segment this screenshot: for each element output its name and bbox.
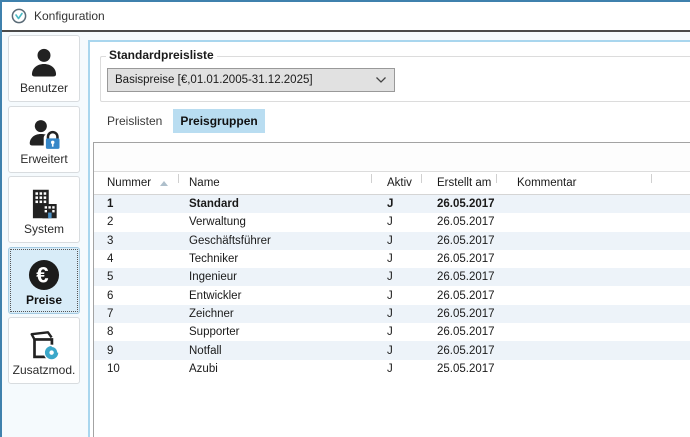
table-row[interactable]: 9 Notfall J 26.05.2017 bbox=[94, 341, 690, 359]
cell-erstellt-am: 25.05.2017 bbox=[422, 363, 497, 375]
tab-preislisten[interactable]: Preislisten bbox=[100, 109, 169, 133]
sidebar-item-label: Zusatzmod. bbox=[13, 364, 76, 377]
table-row[interactable]: 8 Supporter J 26.05.2017 bbox=[94, 323, 690, 341]
column-header-kommentar[interactable]: Kommentar bbox=[497, 172, 652, 194]
tab-preisgruppen[interactable]: Preisgruppen bbox=[173, 109, 264, 133]
cell-nummer: 5 bbox=[94, 271, 179, 283]
cell-nummer: 9 bbox=[94, 345, 179, 357]
table-row[interactable]: 3 Geschäftsführer J 26.05.2017 bbox=[94, 232, 690, 250]
price-list-dropdown[interactable]: Basispreise [€,01.01.2005-31.12.2025] bbox=[107, 68, 395, 92]
svg-text:€: € bbox=[36, 263, 48, 288]
cell-erstellt-am: 26.05.2017 bbox=[422, 290, 497, 302]
sidebar-item-benutzer[interactable]: Benutzer bbox=[8, 35, 80, 102]
sidebar-item-label: Erweitert bbox=[20, 153, 67, 166]
cell-name: Ingenieur bbox=[179, 271, 372, 283]
groupbox-label: Standardpreisliste bbox=[106, 48, 217, 62]
table-row[interactable]: 4 Techniker J 26.05.2017 bbox=[94, 250, 690, 268]
cell-aktiv: J bbox=[372, 326, 422, 338]
configuration-window: Konfiguration Benutzer bbox=[0, 0, 690, 437]
euro-coin-icon: € bbox=[9, 256, 79, 294]
table-row[interactable]: 6 Entwickler J 26.05.2017 bbox=[94, 286, 690, 304]
column-header-erstellt-am[interactable]: Erstellt am bbox=[422, 172, 497, 194]
addon-box-disc-icon bbox=[9, 326, 79, 364]
column-header-name[interactable]: Name bbox=[179, 172, 372, 194]
cell-nummer: 1 bbox=[94, 198, 179, 210]
sort-ascending-icon bbox=[160, 181, 168, 186]
sidebar-item-label: Benutzer bbox=[20, 82, 68, 95]
cell-name: Standard bbox=[179, 198, 372, 210]
column-header-aktiv[interactable]: Aktiv bbox=[372, 172, 422, 194]
main-panel: Standardpreisliste Basispreise [€,01.01.… bbox=[88, 40, 690, 437]
cell-erstellt-am: 26.05.2017 bbox=[422, 326, 497, 338]
cell-name: Geschäftsführer bbox=[179, 235, 372, 247]
cell-aktiv: J bbox=[372, 235, 422, 247]
user-lock-icon bbox=[9, 115, 79, 153]
cell-name: Azubi bbox=[179, 363, 372, 375]
sidebar-item-label: Preise bbox=[26, 294, 62, 307]
sidebar-item-preise[interactable]: € Preise bbox=[8, 247, 80, 314]
price-groups-table: Nummer Name Aktiv Erstellt am Kommentar bbox=[93, 142, 690, 437]
cell-aktiv: J bbox=[372, 271, 422, 283]
grid-group-panel bbox=[94, 143, 690, 172]
sidebar-item-label: System bbox=[24, 223, 64, 236]
column-header-nummer[interactable]: Nummer bbox=[94, 172, 179, 194]
sidebar-item-system[interactable]: System bbox=[8, 176, 80, 243]
window-title: Konfiguration bbox=[34, 9, 105, 23]
cell-nummer: 2 bbox=[94, 216, 179, 228]
cell-name: Entwickler bbox=[179, 290, 372, 302]
cell-erstellt-am: 26.05.2017 bbox=[422, 253, 497, 265]
cell-nummer: 10 bbox=[94, 363, 179, 375]
cell-aktiv: J bbox=[372, 216, 422, 228]
cell-aktiv: J bbox=[372, 253, 422, 265]
cell-name: Zeichner bbox=[179, 308, 372, 320]
sidebar-item-zusatzmod[interactable]: Zusatzmod. bbox=[8, 317, 80, 384]
titlebar: Konfiguration bbox=[2, 2, 690, 32]
building-icon bbox=[9, 185, 79, 223]
table-header-row: Nummer Name Aktiv Erstellt am Kommentar bbox=[94, 172, 690, 195]
cell-erstellt-am: 26.05.2017 bbox=[422, 271, 497, 283]
cell-nummer: 6 bbox=[94, 290, 179, 302]
cell-nummer: 8 bbox=[94, 326, 179, 338]
user-icon bbox=[9, 44, 79, 82]
table-body: 1 Standard J 26.05.2017 2 Verwaltung J 2… bbox=[94, 195, 690, 378]
cell-erstellt-am: 26.05.2017 bbox=[422, 308, 497, 320]
cell-aktiv: J bbox=[372, 363, 422, 375]
cell-aktiv: J bbox=[372, 345, 422, 357]
cell-erstellt-am: 26.05.2017 bbox=[422, 198, 497, 210]
cell-name: Verwaltung bbox=[179, 216, 372, 228]
cell-name: Techniker bbox=[179, 253, 372, 265]
tab-bar: Preislisten Preisgruppen bbox=[100, 108, 265, 134]
table-row[interactable]: 7 Zeichner J 26.05.2017 bbox=[94, 305, 690, 323]
sidebar-item-erweitert[interactable]: Erweitert bbox=[8, 106, 80, 173]
column-header-filler bbox=[652, 172, 690, 194]
cell-nummer: 4 bbox=[94, 253, 179, 265]
dropdown-selected-value: Basispreise [€,01.01.2005-31.12.2025] bbox=[115, 74, 313, 86]
cell-name: Notfall bbox=[179, 345, 372, 357]
cell-erstellt-am: 26.05.2017 bbox=[422, 345, 497, 357]
cell-aktiv: J bbox=[372, 290, 422, 302]
chevron-down-icon bbox=[375, 71, 387, 89]
cell-nummer: 7 bbox=[94, 308, 179, 320]
window-body: Benutzer Erweitert bbox=[2, 32, 690, 437]
table-row[interactable]: 10 Azubi J 25.05.2017 bbox=[94, 360, 690, 378]
cell-nummer: 3 bbox=[94, 235, 179, 247]
table-row[interactable]: 2 Verwaltung J 26.05.2017 bbox=[94, 213, 690, 231]
cell-name: Supporter bbox=[179, 326, 372, 338]
cell-erstellt-am: 26.05.2017 bbox=[422, 216, 497, 228]
table-row[interactable]: 1 Standard J 26.05.2017 bbox=[94, 195, 690, 213]
cell-aktiv: J bbox=[372, 308, 422, 320]
clock-app-icon bbox=[11, 8, 27, 24]
table-row[interactable]: 5 Ingenieur J 26.05.2017 bbox=[94, 268, 690, 286]
cell-aktiv: J bbox=[372, 198, 422, 210]
cell-erstellt-am: 26.05.2017 bbox=[422, 235, 497, 247]
